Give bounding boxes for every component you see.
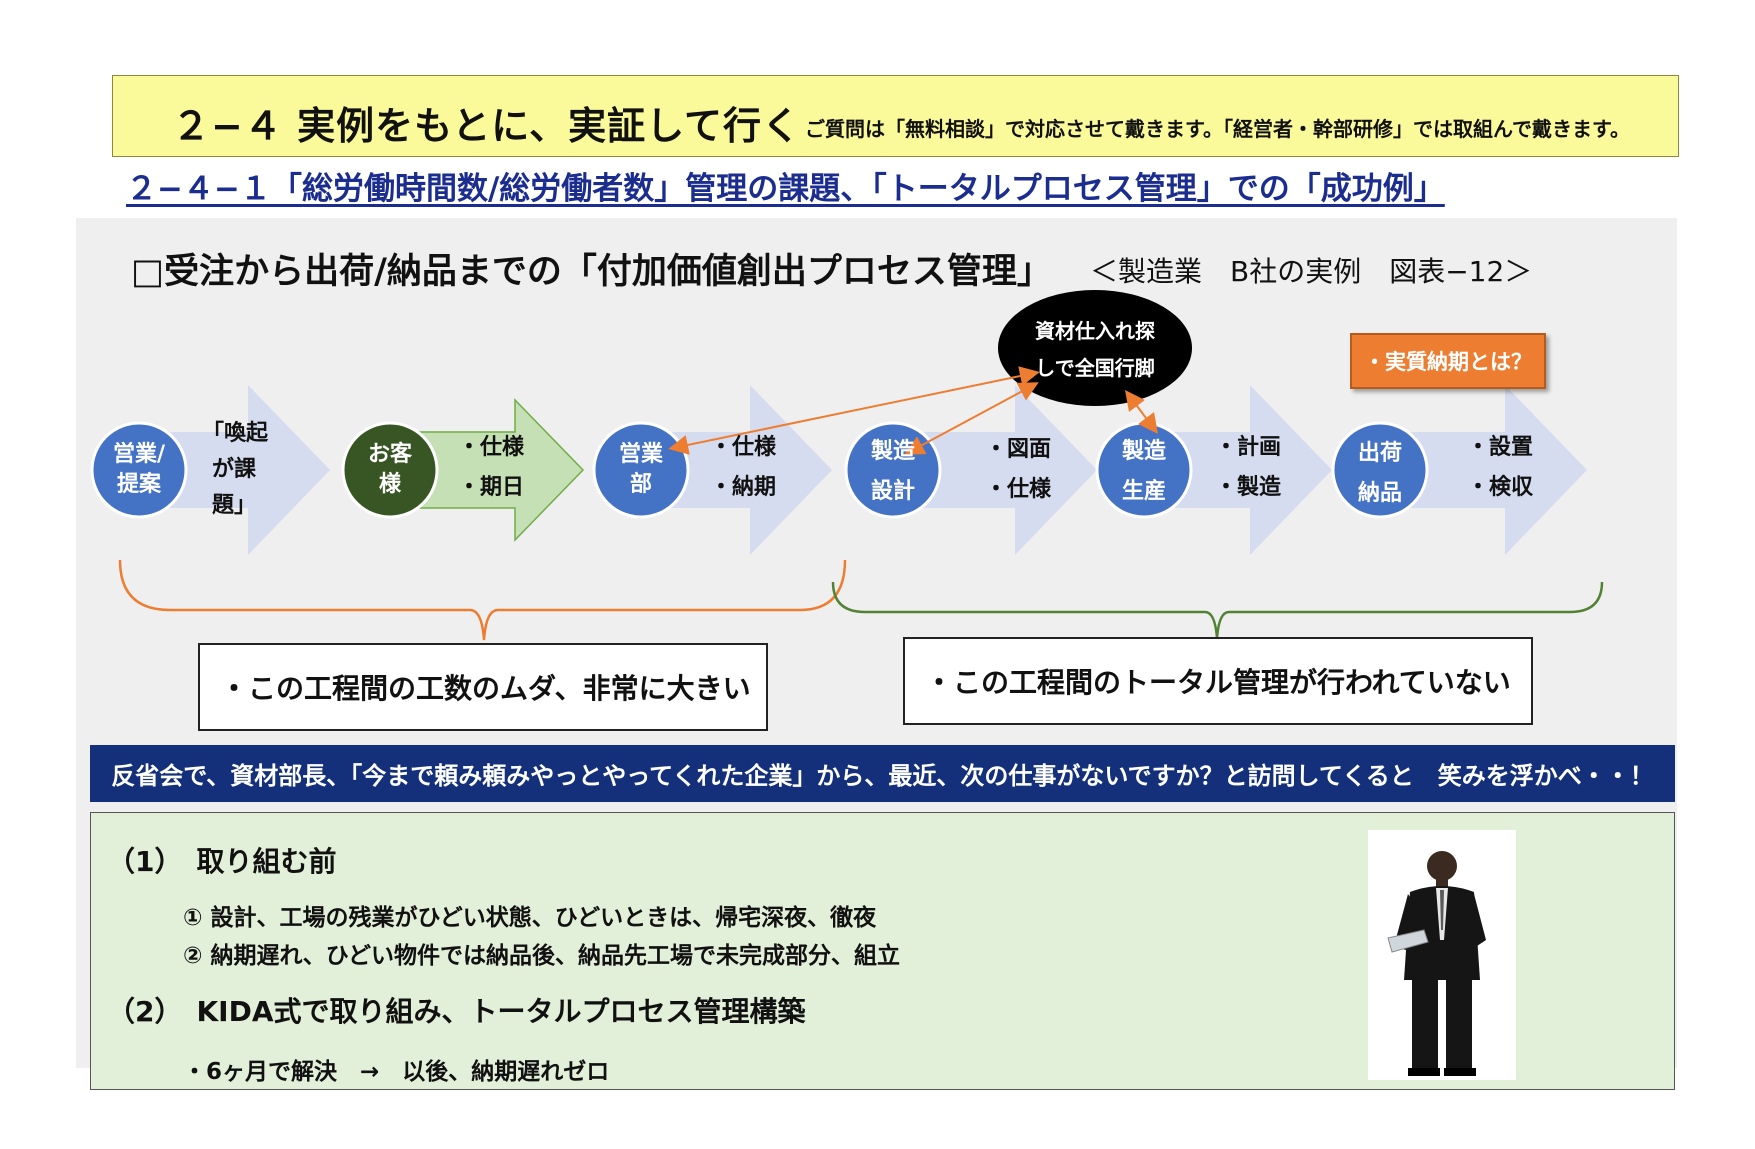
- step-text-1: 「喚起 が課 題」: [202, 416, 269, 524]
- step-text-line: 「喚起: [202, 421, 269, 446]
- step-text-line: ・仕様: [985, 477, 1052, 502]
- step-label-2: お客 様: [350, 440, 430, 500]
- businessman-figure: [1387, 851, 1486, 1076]
- brace-green: [831, 581, 1604, 639]
- step-text-line: ・設置: [1467, 435, 1534, 460]
- step-text-4: ・図面 ・仕様: [985, 430, 1051, 510]
- step-text-3: ・仕様 ・納期: [710, 428, 776, 508]
- step-text-line: ・納期: [710, 475, 777, 500]
- step-label-line: 設計: [870, 479, 915, 504]
- callout-left: ・この工程間の工数のムダ、非常に大きい: [198, 643, 768, 731]
- step-text-line: ・期日: [458, 475, 525, 500]
- before-heading: （1） 取り組む前: [107, 845, 337, 878]
- before-item-1: ① 設計、工場の残業がひどい状態、ひどいときは、帰宅深夜、徹夜: [183, 905, 877, 931]
- step-label-line: 製造: [870, 439, 915, 464]
- step-label-line: 出荷: [1357, 441, 1402, 466]
- step-label-1: 営業/ 提案: [99, 440, 179, 500]
- after-heading: （2） KIDA式で取り組み、トータルプロセス管理構築: [107, 995, 806, 1028]
- step-text-line: ・図面: [985, 437, 1052, 462]
- step-text-2: ・仕様 ・期日: [458, 428, 524, 508]
- step-label-line: 納品: [1357, 481, 1402, 506]
- step-text-line: ・検収: [1467, 475, 1534, 500]
- step-label-4: 製造 設計: [853, 432, 933, 512]
- step-text-line: が課: [211, 457, 256, 482]
- step-label-line: 様: [378, 472, 401, 497]
- step-text-line: 題」: [211, 493, 256, 518]
- step-text-line: ・計画: [1215, 435, 1282, 460]
- businessman-image: [1368, 830, 1516, 1080]
- step-text-6: ・設置 ・検収: [1467, 428, 1533, 508]
- step-label-line: 生産: [1121, 479, 1166, 504]
- delivery-note-box: ・実質納期とは？: [1350, 333, 1546, 389]
- step-label-line: 製造: [1121, 439, 1166, 464]
- reflection-banner: 反省会で、資材部長、「今まで頼み頼みやっとやってくれた企業」から、最近、次の仕事…: [90, 745, 1675, 802]
- callout-right: ・この工程間のトータル管理が行われていない: [903, 637, 1533, 725]
- step-label-line: お客: [367, 442, 412, 467]
- brace-orange: [118, 559, 847, 641]
- ellipse-text: 資材仕入れ探 しで全国行脚: [1005, 313, 1185, 387]
- step-text-line: ・仕様: [458, 435, 525, 460]
- ellipse-text-line: 資材仕入れ探: [1035, 319, 1155, 343]
- after-item-1: ・6ヶ月で解決 → 以後、納期遅れゼロ: [183, 1059, 610, 1085]
- step-label-line: 提案: [116, 472, 161, 497]
- step-text-line: ・製造: [1215, 475, 1282, 500]
- step-label-6: 出荷 納品: [1340, 434, 1420, 514]
- step-text-5: ・計画 ・製造: [1215, 428, 1281, 508]
- step-label-3: 営業 部: [601, 440, 681, 500]
- before-item-2: ② 納期遅れ、ひどい物件では納品後、納品先工場で未完成部分、組立: [183, 943, 901, 969]
- step-label-line: 部: [629, 472, 652, 497]
- step-label-line: 営業/: [112, 442, 166, 467]
- step-label-5: 製造 生産: [1104, 432, 1184, 512]
- step-text-line: ・仕様: [710, 435, 777, 460]
- ellipse-text-line: しで全国行脚: [1035, 356, 1155, 380]
- step-label-line: 営業: [618, 442, 663, 467]
